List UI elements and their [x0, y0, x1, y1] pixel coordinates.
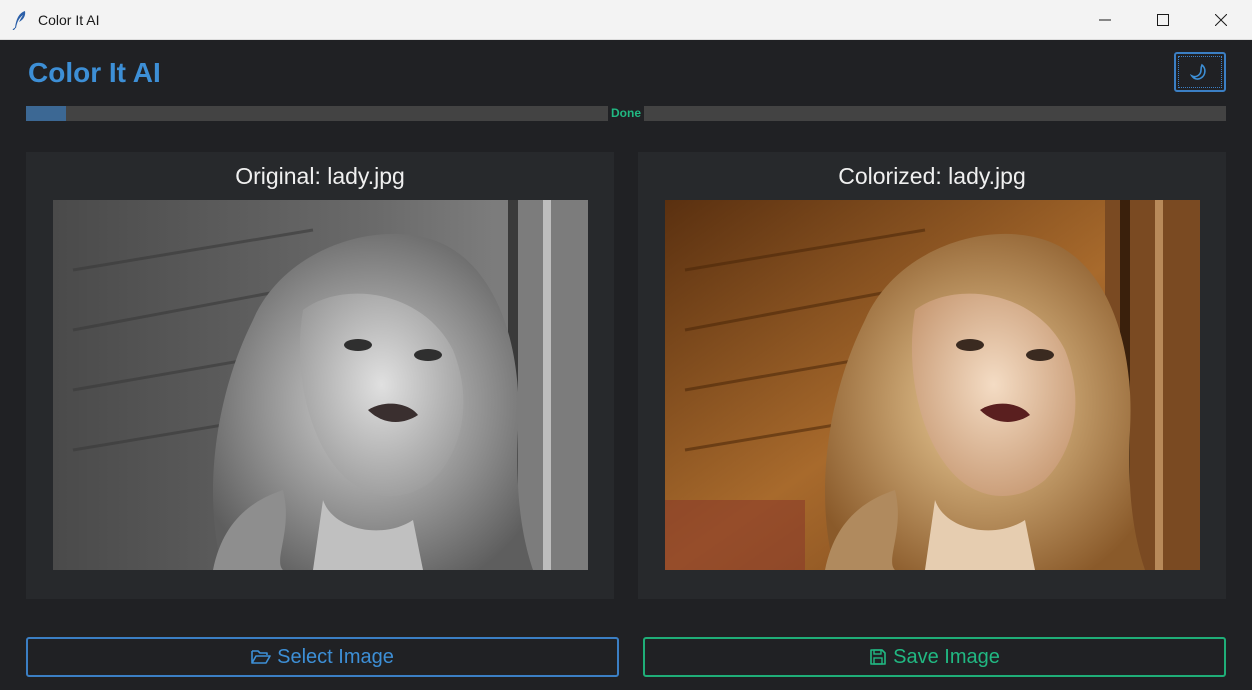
colorized-panel: Colorized: lady.jpg — [638, 152, 1226, 599]
window-title: Color It AI — [38, 12, 100, 28]
close-icon — [1215, 14, 1227, 26]
progress-status: Done — [608, 106, 644, 121]
colorized-image — [665, 200, 1200, 570]
theme-toggle-button[interactable] — [1174, 52, 1226, 92]
original-title: Original: lady.jpg — [235, 163, 405, 189]
progress-fill — [26, 106, 66, 121]
colorized-title: Colorized: lady.jpg — [838, 163, 1026, 189]
close-button[interactable] — [1192, 0, 1250, 40]
save-image-button[interactable]: Save Image — [643, 637, 1226, 677]
select-image-label: Select Image — [277, 645, 394, 668]
app-body: Color It AI Done Original: lady.jpg Colo… — [0, 40, 1252, 690]
folder-open-icon — [251, 650, 271, 664]
select-image-button[interactable]: Select Image — [26, 637, 619, 677]
original-image — [53, 200, 588, 570]
save-image-label: Save Image — [893, 645, 1000, 668]
original-panel: Original: lady.jpg — [26, 152, 614, 599]
maximize-icon — [1157, 14, 1169, 26]
window-titlebar: Color It AI — [0, 0, 1252, 40]
save-icon — [870, 649, 886, 665]
minimize-button[interactable] — [1076, 0, 1134, 40]
maximize-button[interactable] — [1134, 0, 1192, 40]
progress-bar: Done — [26, 106, 1226, 121]
minimize-icon — [1099, 19, 1111, 21]
feather-icon — [12, 11, 26, 30]
moon-icon — [1190, 63, 1206, 80]
app-title: Color It AI — [28, 57, 161, 88]
